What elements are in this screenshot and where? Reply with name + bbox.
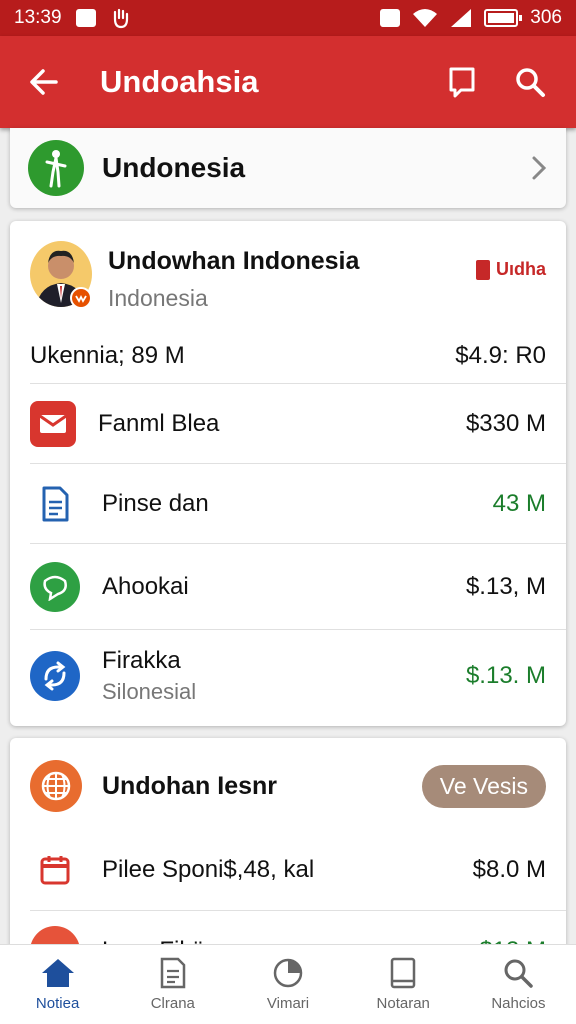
gmail-notification-icon — [75, 9, 96, 27]
section-card: Undohan Iesnr Ve Vesis Pilee Sponi$,48, … — [10, 738, 566, 976]
hand-notification-icon — [113, 8, 128, 29]
nav-label: Clrana — [150, 995, 195, 1012]
nav-label: Nahcios — [491, 995, 546, 1012]
item-label: Firakka — [102, 646, 181, 674]
view-button[interactable]: Ve Vesis — [421, 764, 546, 808]
profile-name: Undowhan Indonesia — [108, 247, 360, 275]
search-button[interactable] — [502, 54, 558, 110]
comment-icon — [449, 67, 475, 98]
search-icon — [504, 959, 534, 988]
item-text: Firakka Silonesial — [102, 647, 466, 705]
country-logo-icon — [28, 140, 84, 196]
nav-label: Notiea — [35, 995, 80, 1012]
calendar-icon — [30, 845, 80, 895]
comment-button[interactable] — [434, 54, 490, 110]
globe-icon — [30, 760, 82, 812]
section-header: Undohan Iesnr Ve Vesis — [30, 758, 546, 814]
nav-item-search[interactable]: Nahcios — [461, 945, 576, 1024]
profile-tag-label: Uıdha — [495, 259, 546, 279]
pie-icon — [273, 958, 303, 988]
list-item[interactable]: Pilee Sponi$,48, kal $8.0 M — [30, 830, 566, 910]
list-item[interactable]: Firakka Silonesial $.13. M — [30, 629, 566, 721]
chat-icon — [30, 561, 80, 612]
item-label: Pilee Sponi$,48, kal — [102, 856, 315, 883]
profile-tag[interactable]: Uıdha — [475, 259, 546, 280]
item-sublabel: Silonesial — [102, 678, 197, 704]
item-value: $8.0 M — [472, 856, 546, 883]
battery-level: 306 — [530, 7, 562, 28]
book-icon — [390, 957, 416, 989]
nav-item-home[interactable]: Notiea — [0, 945, 115, 1024]
note-icon — [160, 957, 186, 989]
envelope-icon — [30, 400, 76, 447]
country-name: Undonesia — [102, 152, 246, 183]
item-value: $.13, M — [465, 572, 546, 600]
status-time: 13:39 — [14, 7, 62, 28]
item-value: $.13. M — [465, 661, 546, 689]
nav-label: Vimari — [266, 995, 310, 1012]
item-label: Fanml Blea — [98, 409, 220, 437]
list-item[interactable]: Ahookai $.13, M — [30, 543, 566, 629]
verified-badge-icon — [70, 287, 92, 309]
arrow-left-icon — [30, 69, 58, 95]
section-title: Undohan Iesnr — [102, 771, 278, 800]
refresh-icon — [30, 650, 80, 701]
chevron-right-icon — [532, 156, 547, 180]
signal-icon — [451, 9, 472, 27]
nav-item-library[interactable]: Notaran — [346, 945, 461, 1024]
wifi-icon — [413, 9, 438, 27]
app-bar: Undoahsia — [0, 36, 576, 128]
battery-icon — [484, 9, 523, 27]
summary-label: Ukennia; 89 M — [30, 342, 185, 369]
back-button[interactable] — [18, 56, 70, 108]
country-card[interactable]: Undonesia — [10, 128, 566, 208]
item-label: Ahookai — [102, 572, 189, 600]
profile-card: Undowhan Indonesia Indonesia Uıdha Ukenn… — [10, 221, 566, 726]
app-title: Undoahsia — [100, 64, 259, 99]
item-label: Pinse dan — [102, 489, 209, 517]
item-value: $330 M — [465, 409, 546, 437]
status-bar: 13:39 306 — [0, 0, 576, 36]
search-icon — [516, 68, 545, 97]
notification-box-icon — [380, 9, 401, 27]
home-icon — [41, 959, 74, 987]
profile-header[interactable]: Undowhan Indonesia Indonesia Uıdha — [30, 241, 546, 313]
nav-label: Notaran — [376, 995, 430, 1012]
bottom-nav: Notiea Clrana Vimari Notaran Nahcios — [0, 944, 576, 1024]
list-item[interactable]: Pinse dan 43 M — [30, 463, 566, 543]
nav-item-stats[interactable]: Vimari — [230, 945, 345, 1024]
nav-item-notes[interactable]: Clrana — [115, 945, 230, 1024]
profile-subtitle: Indonesia — [108, 285, 208, 311]
tag-icon — [475, 259, 490, 280]
list-item[interactable]: Fanml Blea $330 M — [30, 383, 566, 463]
item-value: 43 M — [492, 489, 546, 517]
document-icon — [30, 479, 80, 529]
summary-row: Ukennia; 89 M $4.9: R0 — [30, 331, 546, 381]
summary-value: $4.9: R0 — [455, 342, 546, 369]
